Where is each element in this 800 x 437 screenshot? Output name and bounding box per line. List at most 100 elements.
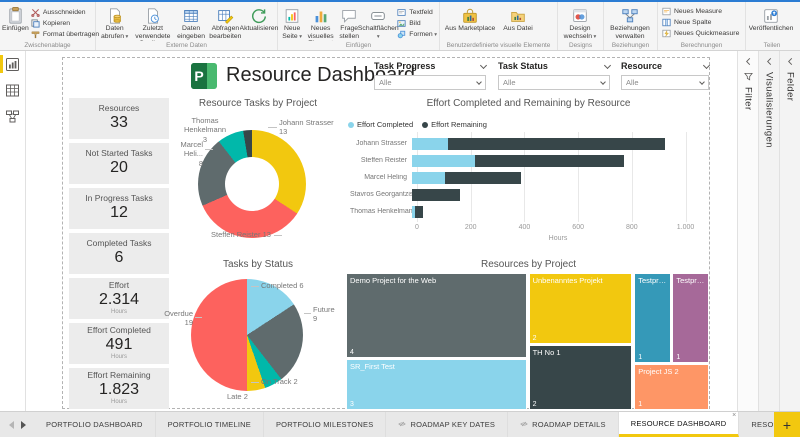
treemap-tile[interactable]: TH No 12 xyxy=(529,345,633,410)
report-page[interactable]: P Resource Dashboard Task ProgressAlleTa… xyxy=(62,57,710,409)
bar[interactable] xyxy=(412,206,699,218)
copy-button[interactable]: Kopieren xyxy=(31,19,99,28)
get-data-button[interactable]: Daten abrufen xyxy=(98,4,131,40)
filter-panel-collapsed[interactable]: Filter xyxy=(737,51,758,411)
new-measure-button[interactable]: Neues Measure xyxy=(662,7,739,16)
bar[interactable] xyxy=(412,189,699,201)
pie-circle[interactable] xyxy=(191,279,303,391)
chevron-left-icon xyxy=(765,57,773,66)
switch-theme-button[interactable]: Design wechseln xyxy=(560,4,600,40)
publish-button[interactable]: Veröffentlichen xyxy=(748,4,794,33)
refresh-button[interactable]: Aktualisieren xyxy=(243,4,275,33)
tile-label: SR_First Test xyxy=(347,360,526,373)
slicer-header[interactable]: Task Progress xyxy=(374,60,486,72)
treemap-tile[interactable]: Testprojekt...1 xyxy=(634,273,670,363)
bar[interactable] xyxy=(412,138,699,150)
treemap-tile[interactable]: Demo Project for the Web4 xyxy=(346,273,527,358)
next-page-icon[interactable] xyxy=(21,421,26,429)
kpi-card[interactable]: Not Started Tasks20 xyxy=(69,143,169,184)
label-text: Overdue xyxy=(164,309,193,318)
treemap-chart[interactable]: Resources by Project Demo Project for th… xyxy=(346,259,711,410)
scissors-icon xyxy=(31,8,40,17)
tab-label: RESOURCE DASHBOARD xyxy=(631,419,727,428)
treemap-tile[interactable]: Testprojekt...1 xyxy=(672,273,709,363)
stacked-bar-chart[interactable]: Effort Completed and Remaining by Resour… xyxy=(346,98,711,256)
close-page-icon[interactable]: × xyxy=(732,412,736,419)
slicer-task-status: Task Status Alle xyxy=(498,60,610,90)
tab-portfolio-timeline[interactable]: PORTFOLIO TIMELINE xyxy=(156,412,264,437)
pie-data-label: Overdue19 xyxy=(157,309,193,328)
new-page-button[interactable]: Neue Seite xyxy=(280,4,304,40)
from-file-button[interactable]: Aus Datei xyxy=(498,4,538,33)
kpi-card[interactable]: Effort Completed491Hours xyxy=(69,323,169,364)
filter-funnel-icon xyxy=(744,72,753,81)
tab-roadmap-key-dates[interactable]: ROADMAP KEY DATES xyxy=(386,412,508,437)
kpi-value: 2.314 xyxy=(99,291,139,309)
visualizations-panel-label: Visualisierungen xyxy=(764,72,775,148)
bar[interactable] xyxy=(412,155,699,167)
kpi-value: 33 xyxy=(110,114,128,132)
chevron-down-icon xyxy=(699,79,705,85)
new-quickmeasure-button[interactable]: Neues Quickmeasure xyxy=(662,29,739,38)
previous-page-icon[interactable] xyxy=(9,421,14,429)
data-view-button[interactable] xyxy=(0,77,25,103)
ribbon-group-themes: Design wechseln Designs xyxy=(558,2,604,50)
slicer-value: Alle xyxy=(503,78,516,87)
slicer-dropdown[interactable]: Alle xyxy=(374,75,486,90)
treemap-tile[interactable]: Unbenanntes Projekt2 xyxy=(529,273,633,344)
speech-bubble-icon xyxy=(340,6,358,25)
slicer-dropdown[interactable]: Alle xyxy=(498,75,610,90)
legend-item: Effort Remaining xyxy=(422,120,487,129)
treemap-tile[interactable]: SR_First Test3 xyxy=(346,359,527,410)
bar-row: Marcel Heling xyxy=(350,169,699,186)
tab-roadmap-details[interactable]: ROADMAP DETAILS xyxy=(508,412,619,437)
fields-panel-collapsed[interactable]: Felder xyxy=(779,51,800,411)
kpi-card[interactable]: Resources33 xyxy=(69,98,169,139)
kpi-card[interactable]: In Progress Tasks12 xyxy=(69,188,169,229)
edit-queries-button[interactable]: Abfragen bearbeiten xyxy=(208,4,243,41)
manage-relationships-button[interactable]: Beziehungen verwalten xyxy=(606,4,654,40)
kpi-card[interactable]: Completed Tasks6 xyxy=(69,233,169,274)
kpi-card[interactable]: Effort2.314Hours xyxy=(69,278,169,319)
kpi-column: Resources33Not Started Tasks20In Progres… xyxy=(69,98,169,409)
textbox-button[interactable]: Textfeld xyxy=(397,8,437,17)
new-visual-button[interactable]: Neues visuelles Element xyxy=(304,4,337,41)
tab-resource-dashboard[interactable]: RESOURCE DASHBOARD × xyxy=(619,412,740,437)
format-painter-button[interactable]: Format übertragen xyxy=(31,30,99,39)
donut-data-label: Johann Strasser13 xyxy=(279,118,334,137)
paste-button[interactable]: Einfügen xyxy=(2,4,29,33)
pie-data-label: Completed 6 xyxy=(261,281,304,290)
cut-button[interactable]: Ausschneiden xyxy=(31,8,99,17)
buttons-button[interactable]: Schaltflächen xyxy=(361,4,395,40)
ribbon-group-insert: Neue Seite Neues visuelles Element Frage… xyxy=(278,2,440,50)
tab-portfolio-dashboard[interactable]: PORTFOLIO DASHBOARD xyxy=(34,412,156,437)
add-page-button[interactable]: + xyxy=(774,412,800,437)
new-column-button[interactable]: Neue Spalte xyxy=(662,18,739,27)
kpi-card[interactable]: Effort Remaining1.823Hours xyxy=(69,368,169,409)
slicer-header[interactable]: Task Status xyxy=(498,60,610,72)
from-marketplace-button[interactable]: Aus Marketplace xyxy=(442,4,498,33)
donut-ring[interactable] xyxy=(198,130,306,238)
visualizations-panel-collapsed[interactable]: Visualisierungen xyxy=(758,51,779,411)
pie-chart[interactable]: Tasks by Status Completed 6Future9On Tra… xyxy=(173,259,343,410)
slicer-header[interactable]: Resource xyxy=(621,60,709,72)
kpi-value: 1.823 xyxy=(99,381,139,399)
label-value: 6 xyxy=(297,281,303,290)
report-view-button[interactable] xyxy=(0,51,25,77)
kpi-label: Resources xyxy=(99,104,140,114)
tile-label: TH No 1 xyxy=(530,346,632,359)
tab-portfolio-milestones[interactable]: PORTFOLIO MILESTONES xyxy=(264,412,387,437)
slicer-dropdown[interactable]: Alle xyxy=(621,75,709,90)
shapes-button[interactable]: Formen xyxy=(397,30,437,39)
visual-title: Effort Completed and Remaining by Resour… xyxy=(346,98,711,109)
treemap-tile[interactable]: Project JS 21 xyxy=(634,364,709,410)
image-button[interactable]: Bild xyxy=(397,19,437,28)
kpi-label: Effort Completed xyxy=(87,326,151,336)
donut-chart[interactable]: Resource Tasks by Project Johann Strasse… xyxy=(173,98,343,256)
recent-sources-button[interactable]: Zuletzt verwendete Quellen xyxy=(131,4,174,41)
model-view-button[interactable] xyxy=(0,103,25,129)
label-value: 9 xyxy=(313,314,335,323)
tile-label: Project JS 2 xyxy=(635,365,708,378)
enter-data-button[interactable]: Daten eingeben xyxy=(174,4,207,40)
bar[interactable] xyxy=(412,172,699,184)
